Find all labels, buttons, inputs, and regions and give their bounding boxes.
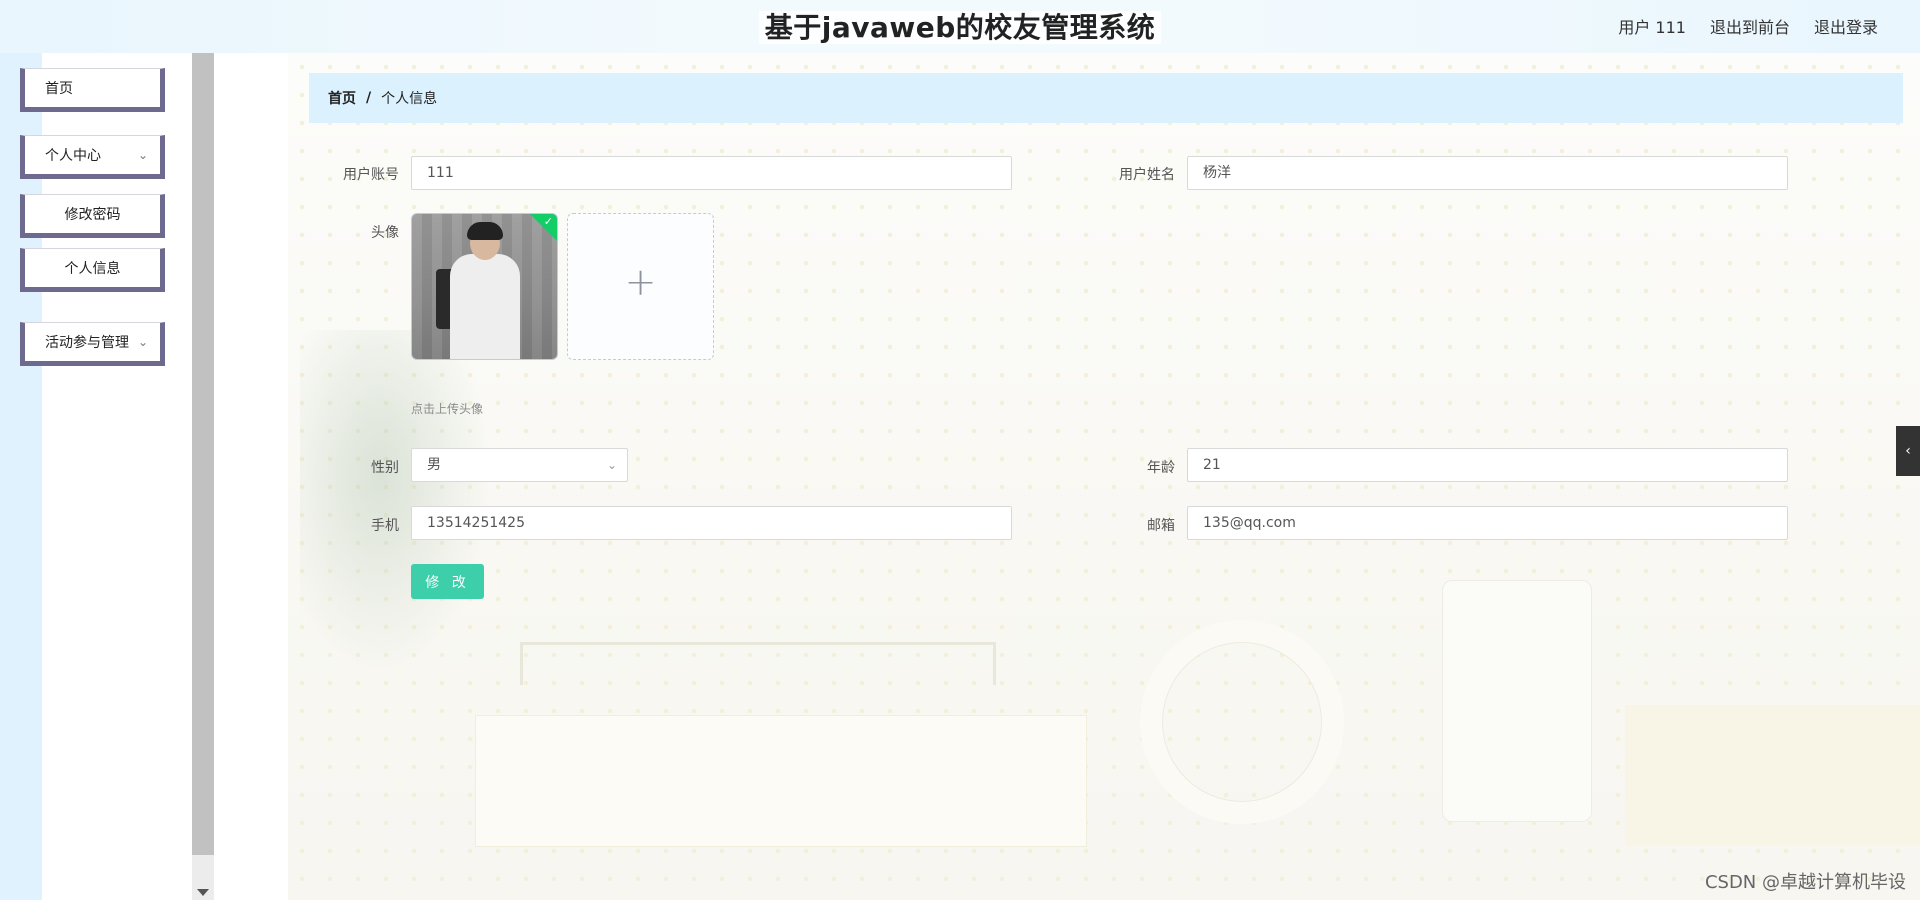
sidebar-item-activity-management[interactable]: 活动参与管理 ⌄ bbox=[20, 322, 165, 366]
name-field[interactable]: 杨洋 bbox=[1187, 156, 1788, 190]
account-label: 用户账号 bbox=[343, 167, 399, 183]
edit-submit-button[interactable]: 修 改 bbox=[411, 564, 484, 599]
sidebar-scrollbar[interactable] bbox=[192, 53, 214, 900]
top-header: 基于javaweb的校友管理系统 用户 111 退出到前台 退出登录 bbox=[0, 0, 1920, 53]
sidebar-item-label: 修改密码 bbox=[64, 207, 121, 223]
phone-label: 手机 bbox=[371, 518, 399, 534]
chevron-left-icon: ‹ bbox=[1905, 443, 1911, 459]
box-decoration bbox=[475, 715, 1087, 847]
age-label: 年龄 bbox=[1147, 460, 1175, 476]
chevron-down-icon: ⌄ bbox=[606, 458, 617, 472]
gender-select-value: 男 bbox=[427, 457, 441, 473]
sidebar-item-label: 个人中心 bbox=[45, 148, 101, 164]
name-label: 用户姓名 bbox=[1119, 167, 1175, 183]
sidebar-item-label: 首页 bbox=[45, 81, 73, 97]
breadcrumb-home[interactable]: 首页 bbox=[309, 88, 356, 108]
cylinder-decoration bbox=[1442, 580, 1592, 822]
tray-decoration bbox=[520, 642, 996, 685]
logout-link[interactable]: 退出登录 bbox=[1814, 14, 1878, 38]
gender-select[interactable]: 男 ⌄ bbox=[411, 448, 628, 482]
chevron-down-icon: ⌄ bbox=[137, 148, 148, 162]
current-user-label: 用户 111 bbox=[1618, 18, 1686, 37]
sidebar-item-home[interactable]: 首页 bbox=[20, 68, 165, 112]
csdn-watermark: CSDN @卓越计算机毕设 bbox=[1704, 872, 1906, 893]
avatar-upload-button[interactable]: + bbox=[567, 213, 714, 360]
phone-field[interactable]: 13514251425 bbox=[411, 506, 1012, 540]
account-field[interactable]: 111 bbox=[411, 156, 1012, 190]
sidebar-item-personal-info[interactable]: 个人信息 bbox=[20, 248, 165, 292]
breadcrumb: 首页 / 个人信息 bbox=[309, 73, 1903, 123]
breadcrumb-separator: / bbox=[366, 90, 372, 106]
sidebar: 首页 个人中心 ⌄ 修改密码 个人信息 活动参与管理 ⌄ bbox=[0, 53, 192, 900]
age-field[interactable]: 21 bbox=[1187, 448, 1788, 482]
avatar-image[interactable]: ✓ bbox=[411, 213, 558, 360]
gender-label: 性别 bbox=[371, 460, 399, 476]
panel-collapse-toggle[interactable]: ‹ bbox=[1896, 426, 1920, 476]
back-to-front-link[interactable]: 退出到前台 bbox=[1710, 14, 1790, 38]
email-label: 邮箱 bbox=[1147, 518, 1175, 534]
breadcrumb-current: 个人信息 bbox=[381, 91, 438, 107]
email-field[interactable]: 135@qq.com bbox=[1187, 506, 1788, 540]
avatar-label: 头像 bbox=[371, 225, 399, 241]
header-actions: 用户 111 退出到前台 退出登录 bbox=[1618, 14, 1878, 38]
plus-icon: + bbox=[624, 260, 657, 304]
sidebar-item-personal-center[interactable]: 个人中心 ⌄ bbox=[20, 135, 165, 179]
avatar-upload-hint: 点击上传头像 bbox=[411, 402, 484, 416]
scrollbar-thumb[interactable] bbox=[192, 53, 214, 855]
sidebar-item-label: 个人信息 bbox=[64, 261, 121, 277]
sidebar-item-label: 活动参与管理 bbox=[45, 335, 129, 351]
check-icon: ✓ bbox=[543, 215, 553, 228]
slab-decoration bbox=[1625, 705, 1920, 845]
scroll-down-arrow-icon[interactable] bbox=[197, 889, 209, 896]
chevron-down-icon: ⌄ bbox=[137, 335, 148, 349]
sidebar-item-change-password[interactable]: 修改密码 bbox=[20, 194, 165, 238]
ring-decoration bbox=[1140, 620, 1344, 824]
